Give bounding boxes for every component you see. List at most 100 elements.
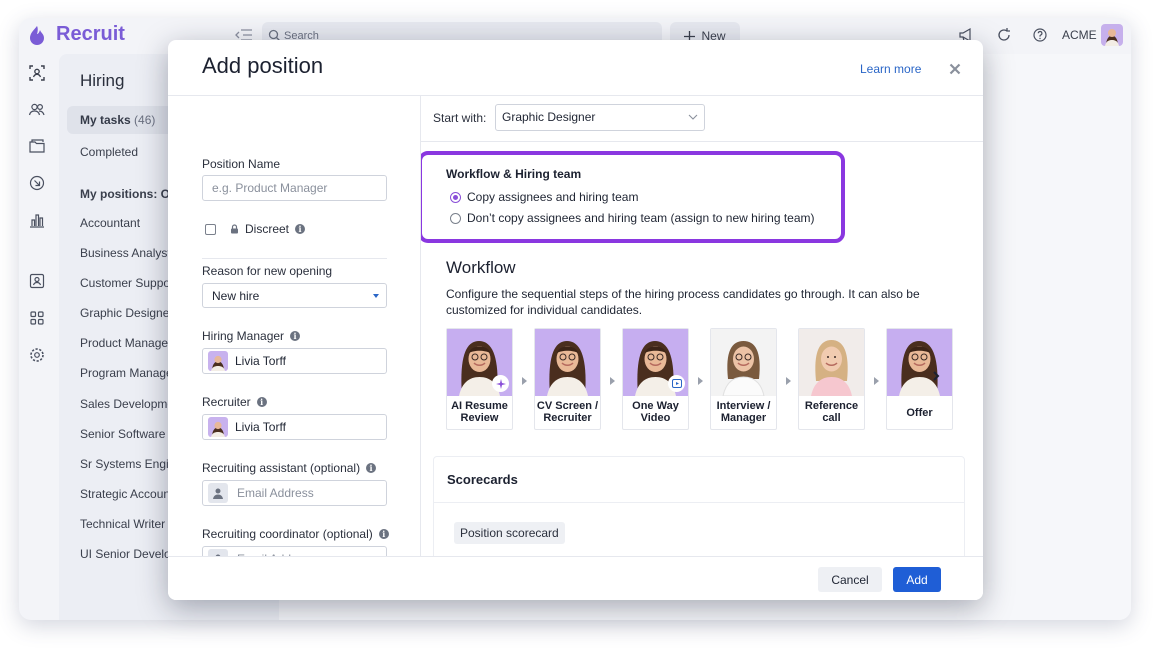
reason-value: New hire	[212, 289, 260, 303]
user-avatar[interactable]	[1101, 24, 1123, 46]
workflow-steps: AI Resume Review CV Screen / Recruiter One…	[446, 328, 956, 430]
step-avatar	[535, 329, 600, 396]
hiring-manager-label-text: Hiring Manager	[202, 329, 285, 343]
start-with-value: Graphic Designer	[502, 110, 596, 124]
workflow-hiring-team-options: Workflow & Hiring team Copy assignees an…	[421, 151, 845, 243]
user-icon	[208, 483, 228, 503]
sidebar-position-item[interactable]: Customer Suppo	[80, 276, 170, 290]
workflow-step-reference-call[interactable]: Reference call	[798, 328, 865, 430]
step-label-line: AI Resume	[451, 400, 508, 412]
sidebar-position-item[interactable]: Accountant	[80, 216, 140, 230]
add-button[interactable]: Add	[893, 567, 941, 592]
workflow-step-one-way-video[interactable]: One Way Video	[622, 328, 689, 430]
step-label-line: call	[822, 412, 841, 424]
info-icon[interactable]: i	[295, 224, 306, 234]
sidebar-position-item[interactable]: Sales Developme	[80, 397, 174, 411]
step-label: Reference call	[799, 400, 864, 424]
workflow-heading: Workflow	[446, 258, 516, 277]
company-name[interactable]: ACME	[1062, 28, 1097, 42]
hiring-manager-field[interactable]: Livia Torff	[202, 348, 387, 374]
copy-assignees-radio[interactable]	[450, 191, 461, 203]
discreet-checkbox[interactable]	[205, 223, 216, 235]
learn-more-link[interactable]: Learn more	[860, 62, 921, 76]
no-copy-assignees-label: Don’t copy assignees and hiring team (as…	[467, 211, 815, 225]
step-arrow-icon	[610, 377, 615, 385]
step-arrow-icon	[698, 377, 703, 385]
step-label: Interview / Manager	[711, 400, 776, 424]
add-position-dialog: Add position Learn more Position Name e.…	[168, 40, 983, 600]
recruiter-field[interactable]: Livia Torff	[202, 414, 387, 440]
close-icon[interactable]	[949, 63, 961, 75]
recruiter-label-text: Recruiter	[202, 395, 251, 409]
sidebar-position-item[interactable]: Senior Software I	[80, 427, 172, 441]
dialog-footer: Cancel Add	[168, 556, 983, 600]
step-label-line: Video	[640, 412, 671, 424]
icon-rail	[19, 54, 59, 620]
position-scorecard-tag[interactable]: Position scorecard	[454, 522, 565, 544]
refresh-icon[interactable]	[996, 27, 1012, 43]
step-label-line: Interview /	[716, 400, 771, 412]
cancel-button-label: Cancel	[831, 572, 869, 587]
step-label-line: Review	[460, 412, 499, 424]
people-icon[interactable]	[28, 101, 46, 119]
copy-assignees-option[interactable]: Copy assignees and hiring team	[450, 190, 638, 204]
folder-icon[interactable]	[28, 137, 46, 155]
scorecards-title: Scorecards	[447, 472, 518, 487]
help-icon[interactable]	[1032, 27, 1048, 43]
sidebar-position-item[interactable]: Technical Writer	[80, 517, 165, 531]
workflow-step-offer[interactable]: Offer	[886, 328, 953, 430]
my-tasks-count: (46)	[134, 113, 156, 127]
start-with-select[interactable]: Graphic Designer	[495, 104, 705, 131]
assistant-label-text: Recruiting assistant (optional)	[202, 461, 361, 475]
step-arrow-icon	[874, 377, 879, 385]
brand-name: Recruit	[56, 23, 125, 45]
workflow-settings-panel: Start with: Graphic Designer Workflow & …	[421, 96, 983, 556]
workflow-step-ai-resume-review[interactable]: AI Resume Review	[446, 328, 513, 430]
grid-icon[interactable]	[28, 309, 46, 327]
chevron-down-icon	[688, 114, 698, 120]
step-label-line: CV Screen /	[536, 400, 599, 412]
cancel-button[interactable]: Cancel	[818, 567, 882, 592]
recruiter-label: Recruiter i	[202, 395, 267, 409]
position-name-input[interactable]: e.g. Product Manager	[202, 175, 387, 201]
workflow-step-interview-manager[interactable]: Interview / Manager	[710, 328, 777, 430]
arrow-circle-icon[interactable]	[28, 174, 46, 192]
info-icon[interactable]: i	[290, 331, 301, 341]
workflow-step-cv-screen[interactable]: CV Screen / Recruiter	[534, 328, 601, 430]
position-name-label: Position Name	[202, 157, 280, 171]
discreet-label: Discreet	[245, 222, 290, 236]
avatar	[208, 351, 228, 371]
positions-header: My positions: Op	[80, 187, 178, 201]
settings-icon[interactable]	[28, 346, 46, 364]
assistant-placeholder: Email Address	[237, 486, 314, 500]
reason-select[interactable]: New hire	[202, 283, 387, 308]
form-divider	[202, 258, 387, 259]
chart-icon[interactable]	[28, 211, 46, 229]
step-label-line: Recruiter	[543, 412, 592, 424]
info-icon[interactable]: i	[378, 529, 389, 539]
sidebar-position-item[interactable]: Product Manager	[80, 336, 172, 350]
candidate-search-icon[interactable]	[28, 64, 46, 82]
workflow-hiring-team-title: Workflow & Hiring team	[446, 167, 582, 181]
assistant-email-input[interactable]: Email Address	[202, 480, 387, 506]
sidebar-item-completed[interactable]: Completed	[80, 145, 138, 159]
my-tasks-label: My tasks	[80, 113, 131, 127]
sidebar-position-item[interactable]: Business Analyst	[80, 246, 171, 260]
sidebar-position-item[interactable]: Program Manage	[80, 366, 173, 380]
sidebar-position-item[interactable]: UI Senior Develop	[80, 547, 177, 561]
info-icon[interactable]: i	[256, 397, 267, 407]
chevron-down-icon	[373, 294, 379, 298]
info-icon[interactable]: i	[366, 463, 377, 473]
sidebar-position-item[interactable]: Strategic Accoun	[80, 487, 170, 501]
sidebar-position-item[interactable]: Sr Systems Engin	[80, 457, 175, 471]
step-label-line: Offer	[906, 407, 933, 419]
section-divider	[421, 141, 983, 142]
contact-card-icon[interactable]	[28, 272, 46, 290]
sidebar-position-item[interactable]: Graphic Designer	[80, 306, 173, 320]
no-copy-assignees-option[interactable]: Don’t copy assignees and hiring team (as…	[450, 211, 815, 225]
coordinator-label-text: Recruiting coordinator (optional)	[202, 527, 373, 541]
recruiter-value: Livia Torff	[235, 420, 286, 434]
sidebar-title: Hiring	[80, 71, 125, 90]
no-copy-assignees-radio[interactable]	[450, 212, 461, 224]
step-avatar	[711, 329, 776, 396]
